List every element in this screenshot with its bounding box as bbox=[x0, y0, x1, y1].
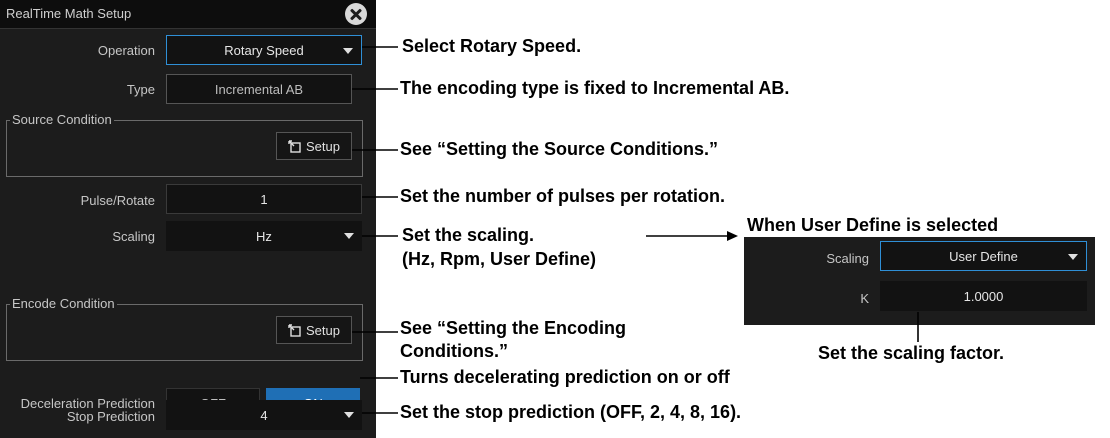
annotation-scaling-factor: Set the scaling factor. bbox=[818, 343, 1005, 363]
annotation-source-condition: See “Setting the Source Conditions.” bbox=[400, 139, 719, 159]
annotation-scaling-line2: (Hz, Rpm, User Define) bbox=[402, 249, 597, 269]
arrow-head-icon bbox=[727, 231, 738, 241]
annotation-operation: Select Rotary Speed. bbox=[402, 36, 582, 56]
annotation-deceleration: Turns decelerating prediction on or off bbox=[400, 367, 730, 387]
annotation-encode-line2: Conditions.” bbox=[400, 341, 508, 361]
annotation-stop-prediction: Set the stop prediction (OFF, 2, 4, 8, 1… bbox=[400, 402, 742, 422]
annotation-user-define-heading: When User Define is selected bbox=[747, 215, 999, 235]
annotation-type: The encoding type is fixed to Incrementa… bbox=[400, 78, 790, 98]
annotation-pulse-rotate: Set the number of pulses per rotation. bbox=[400, 186, 726, 206]
annotation-scaling-line1: Set the scaling. bbox=[402, 225, 535, 245]
annotation-encode-line1: See “Setting the Encoding bbox=[400, 318, 627, 338]
